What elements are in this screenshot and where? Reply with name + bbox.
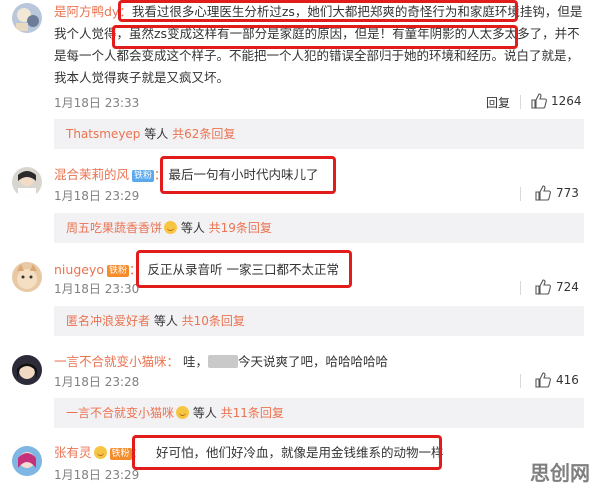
- timestamp: 1月18日 23:28: [54, 375, 140, 389]
- username[interactable]: 是阿方鸭dy: [54, 4, 119, 19]
- avatar[interactable]: [12, 355, 42, 385]
- thumbs-up-icon[interactable]: [535, 279, 551, 295]
- divider: [520, 374, 521, 388]
- reply-summary[interactable]: 一言不合就变小猫咪 等人 共11条回复: [54, 398, 584, 428]
- username[interactable]: 张有灵: [54, 445, 92, 460]
- like-count: 416: [556, 373, 579, 387]
- fan-badge: 铁粉: [107, 265, 130, 277]
- highlight-box: [132, 435, 442, 470]
- thumbs-up-icon[interactable]: [535, 185, 551, 201]
- reply-count-link: 共11条回复: [220, 406, 284, 420]
- fan-badge: 铁粉: [109, 448, 132, 460]
- timestamp: 1月18日 23:33: [54, 96, 140, 110]
- reply-summary[interactable]: 周五吃果蔬香香饼 等人 共19条回复: [54, 213, 584, 243]
- watermark: 思创网: [530, 461, 590, 485]
- username[interactable]: 一言不合就变小猫咪: [54, 354, 167, 369]
- highlight-box: [112, 25, 518, 49]
- divider: [520, 187, 521, 201]
- reply-users: 匿名冲浪爱好者: [66, 314, 151, 328]
- reply-summary[interactable]: 匿名冲浪爱好者 等人 共10条回复: [54, 306, 584, 336]
- thumbs-up-icon[interactable]: [531, 93, 547, 109]
- divider: [520, 281, 521, 295]
- highlight-box: [160, 156, 336, 194]
- emoji-icon: [93, 446, 107, 459]
- timestamp: 1月18日 23:30: [54, 282, 140, 296]
- thumbs-up-icon[interactable]: [535, 372, 551, 388]
- avatar[interactable]: [12, 262, 42, 292]
- username[interactable]: 混合茉莉的风: [54, 167, 129, 182]
- emoji-icon: [176, 406, 190, 419]
- avatar[interactable]: [12, 3, 42, 33]
- like-count: 1264: [551, 94, 582, 108]
- emoji-icon: [164, 221, 178, 234]
- reply-users: Thatsmeyep: [66, 127, 141, 141]
- avatar[interactable]: [12, 446, 42, 476]
- avatar[interactable]: [12, 167, 42, 197]
- redacted-blur: [208, 355, 239, 368]
- highlight-box: [118, 0, 518, 22]
- reply-count-link: 共19条回复: [208, 221, 272, 235]
- timestamp: 1月18日 23:29: [54, 189, 140, 203]
- fan-badge: 铁粉: [132, 170, 155, 182]
- reply-count-link: 共10条回复: [181, 314, 245, 328]
- highlight-box: [136, 250, 352, 288]
- username[interactable]: niugeyo: [54, 262, 104, 277]
- reply-count-link: 共62条回复: [172, 127, 236, 141]
- timestamp: 1月18日 23:29: [54, 468, 140, 482]
- like-count: 724: [556, 280, 579, 294]
- divider: [520, 95, 521, 109]
- username-row: 一言不合就变小猫咪： 哇， 今天说爽了吧，哈哈哈哈哈: [54, 354, 389, 369]
- comment-text: 哇， 今天说爽了吧，哈哈哈哈哈: [183, 354, 389, 369]
- reply-button[interactable]: 回复: [486, 94, 510, 111]
- like-count: 773: [556, 186, 579, 200]
- reply-users: 一言不合就变小猫咪: [66, 406, 175, 420]
- reply-summary[interactable]: Thatsmeyep 等人 共62条回复: [54, 119, 584, 149]
- reply-users: 周五吃果蔬香香饼: [66, 221, 163, 235]
